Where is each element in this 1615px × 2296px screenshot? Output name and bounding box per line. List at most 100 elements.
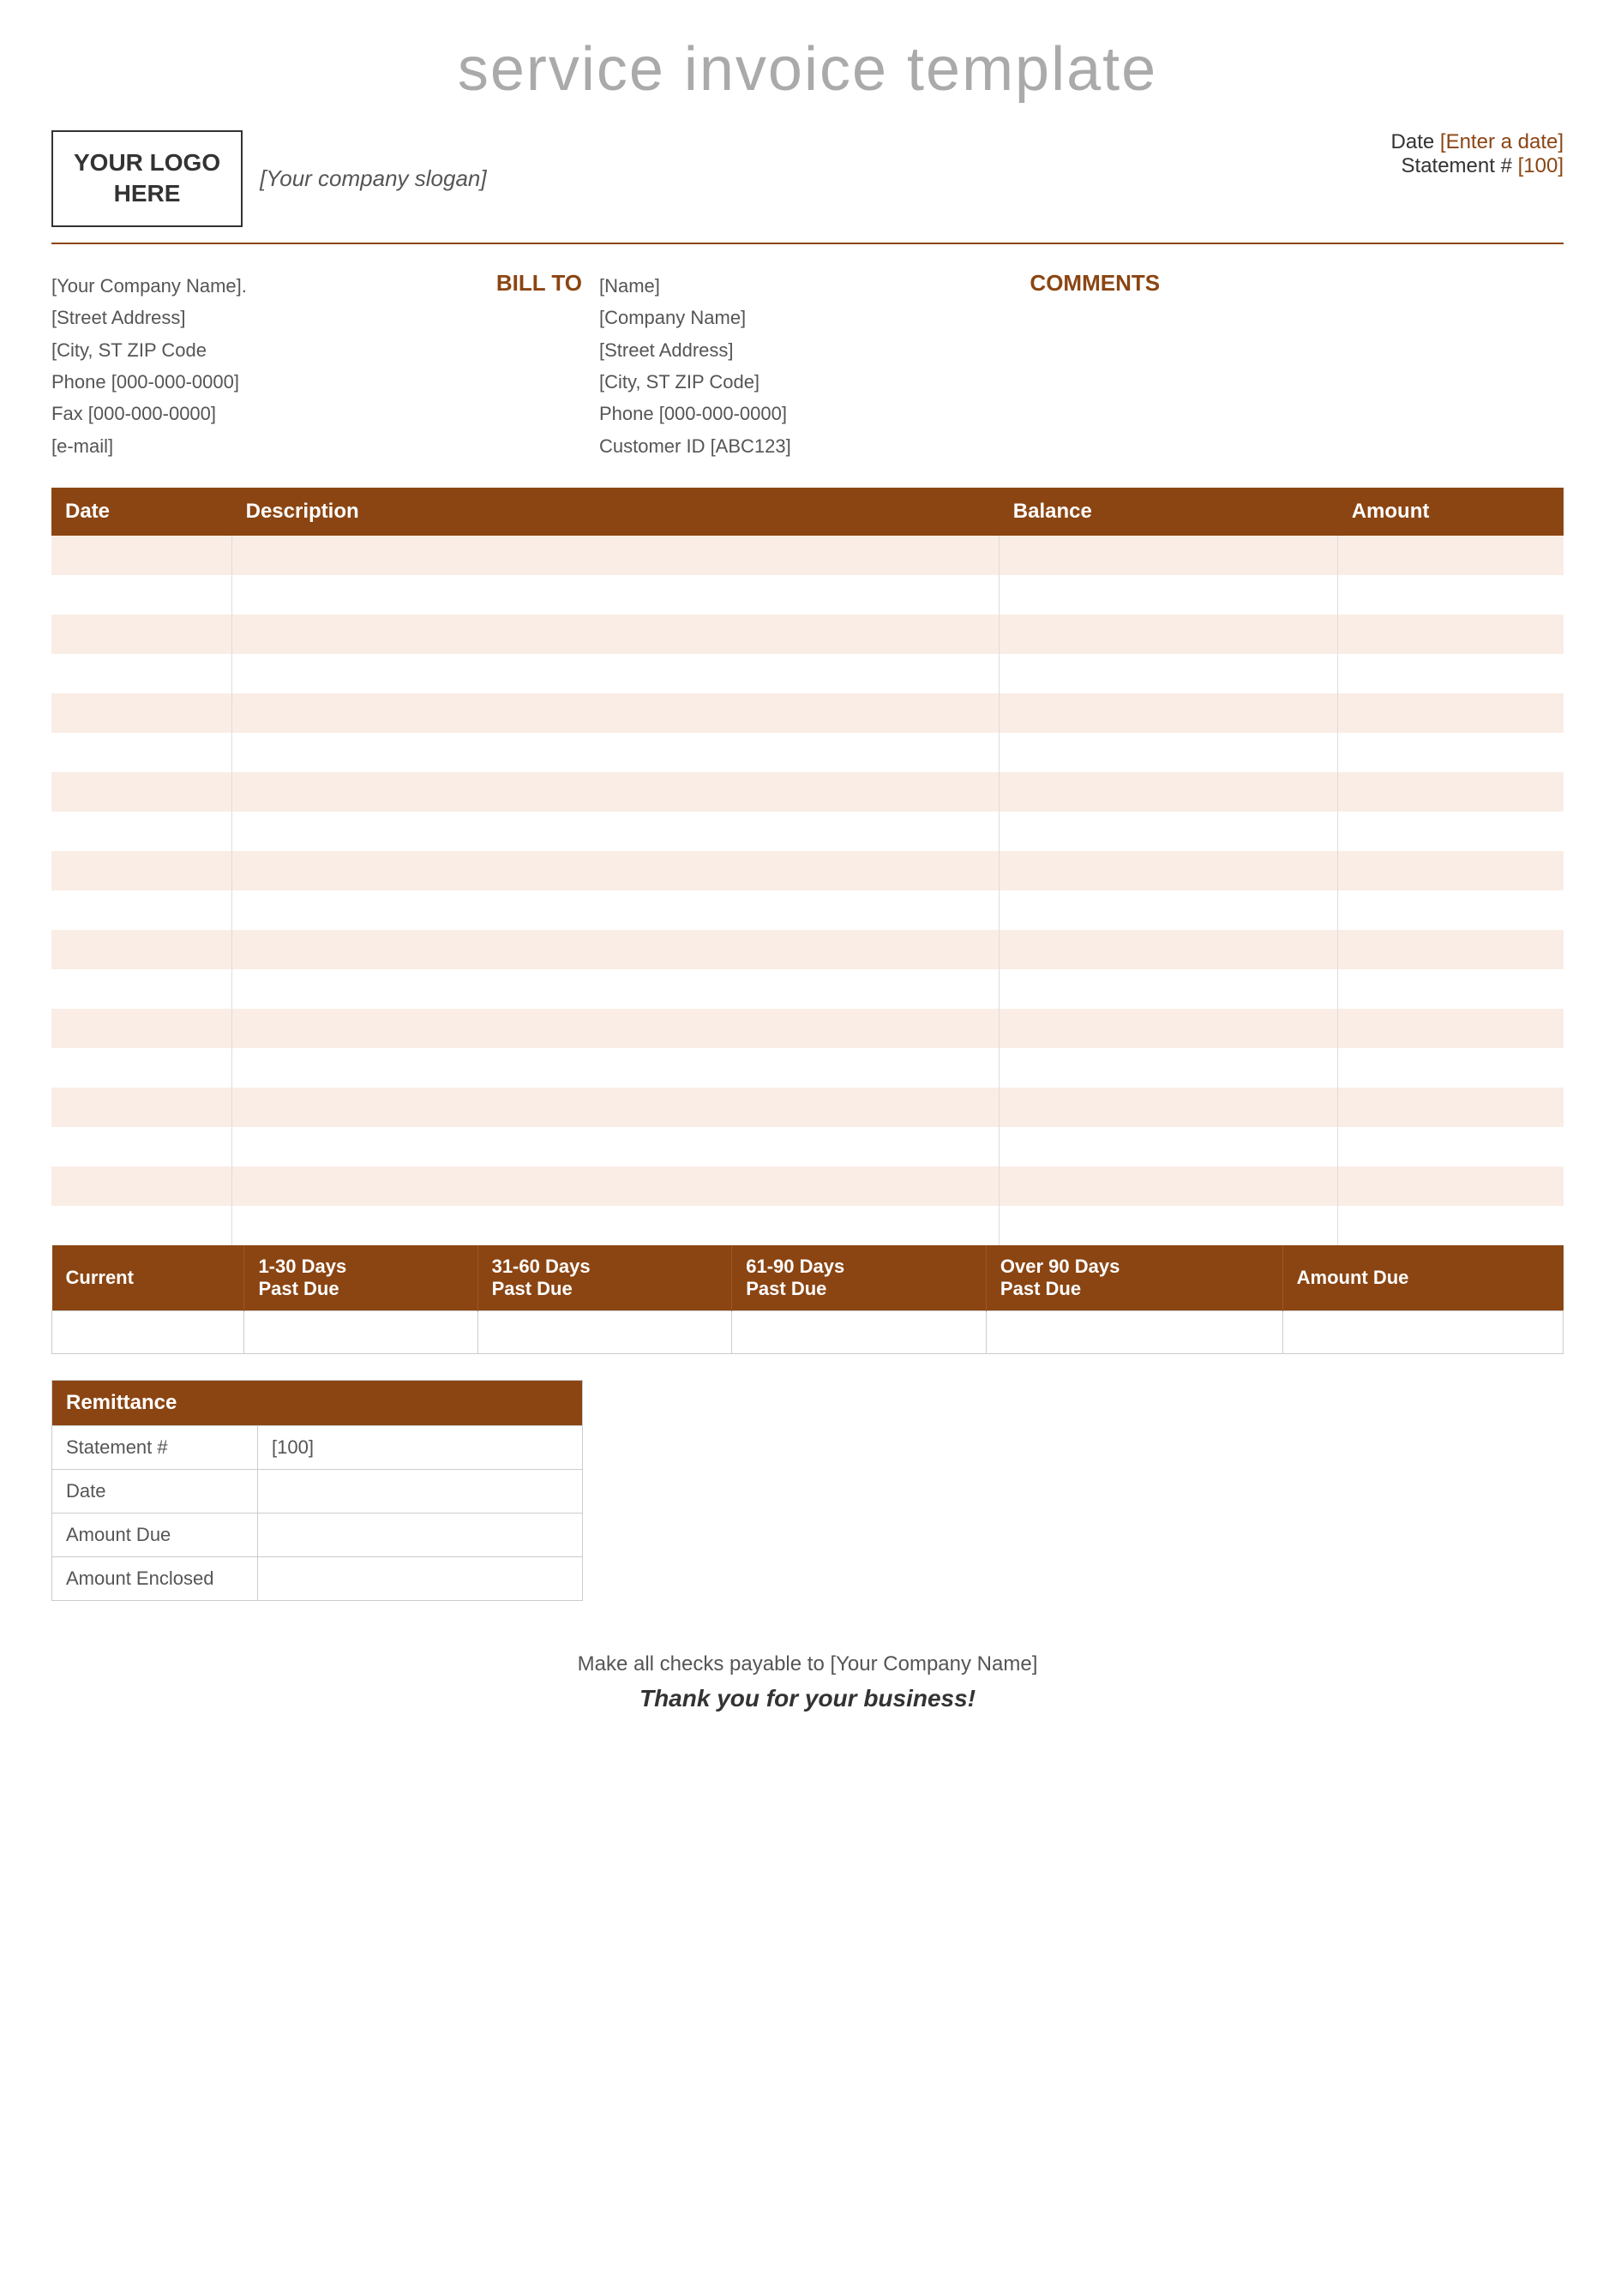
info-section: [Your Company Name]. [Street Address] [C… — [51, 270, 1564, 462]
summary-col-current: Current — [52, 1245, 244, 1311]
bill-to-customer-id: Customer ID [ABC123] — [599, 430, 791, 462]
table-cell — [232, 1127, 1000, 1166]
table-row — [51, 969, 1564, 1009]
col-header-description: Description — [232, 488, 1000, 536]
bill-to-section: BILL TO [Name] [Company Name] [Street Ad… — [496, 270, 1030, 462]
table-cell — [232, 812, 1000, 851]
remittance-statement-value: [100] — [258, 1426, 583, 1470]
table-cell — [232, 969, 1000, 1009]
date-value: [Enter a date] — [1440, 130, 1564, 153]
logo-line2: HERE — [114, 180, 181, 207]
table-cell — [1000, 1048, 1338, 1088]
table-cell — [1000, 851, 1338, 890]
table-cell — [232, 772, 1000, 812]
table-cell — [1338, 812, 1564, 851]
bill-to-phone: Phone [000-000-0000] — [599, 398, 791, 429]
summary-current-value — [52, 1311, 244, 1354]
table-cell — [1338, 1206, 1564, 1245]
table-cell — [1000, 536, 1338, 575]
summary-header-row: Current 1-30 DaysPast Due 31-60 DaysPast… — [52, 1245, 1564, 1311]
table-cell — [1338, 890, 1564, 930]
company-slogan: [Your company slogan] — [260, 165, 487, 192]
table-row — [51, 1009, 1564, 1048]
table-cell — [1338, 733, 1564, 772]
company-info: [Your Company Name]. [Street Address] [C… — [51, 270, 496, 462]
table-cell — [232, 1048, 1000, 1088]
logo-box: YOUR LOGO HERE — [51, 130, 243, 227]
table-cell — [51, 772, 232, 812]
table-row — [51, 654, 1564, 693]
table-cell — [232, 575, 1000, 614]
statement-value: [100] — [1518, 154, 1564, 177]
remittance-amount-due-value — [258, 1514, 583, 1557]
table-cell — [1000, 1127, 1338, 1166]
company-phone: Phone [000-000-0000] — [51, 366, 496, 398]
table-row — [51, 693, 1564, 733]
table-cell — [51, 614, 232, 654]
table-row — [51, 536, 1564, 575]
table-cell — [1338, 654, 1564, 693]
table-cell — [232, 1088, 1000, 1127]
company-name: [Your Company Name]. — [51, 270, 496, 302]
remittance-section: Remittance Statement # [100] Date Amount… — [51, 1380, 583, 1601]
logo-slogan-group: YOUR LOGO HERE [Your company slogan] — [51, 130, 487, 227]
remittance-header-row: Remittance — [52, 1381, 583, 1426]
remittance-amount-due-row: Amount Due — [52, 1514, 583, 1557]
remittance-title: Remittance — [52, 1381, 583, 1426]
table-cell — [51, 969, 232, 1009]
table-cell — [1000, 1088, 1338, 1127]
table-row — [51, 733, 1564, 772]
table-cell — [51, 1009, 232, 1048]
table-cell — [1338, 772, 1564, 812]
table-row — [51, 890, 1564, 930]
table-cell — [232, 1009, 1000, 1048]
table-cell — [1338, 536, 1564, 575]
table-row — [51, 614, 1564, 654]
invoice-table: Date Description Balance Amount — [51, 488, 1564, 1245]
remittance-amount-due-label: Amount Due — [52, 1514, 258, 1557]
table-cell — [51, 1206, 232, 1245]
table-cell — [232, 1206, 1000, 1245]
table-cell — [1000, 693, 1338, 733]
statement-label: Statement # — [1402, 154, 1512, 177]
table-cell — [51, 654, 232, 693]
table-cell — [1000, 1166, 1338, 1206]
header-section: YOUR LOGO HERE [Your company slogan] Dat… — [51, 130, 1564, 244]
remittance-statement-label: Statement # — [52, 1426, 258, 1470]
table-cell — [1000, 1009, 1338, 1048]
remittance-date-value — [258, 1470, 583, 1514]
summary-col-31-60: 31-60 DaysPast Due — [477, 1245, 732, 1311]
company-fax: Fax [000-000-0000] — [51, 398, 496, 429]
summary-31-60-value — [477, 1311, 732, 1354]
remittance-amount-enclosed-label: Amount Enclosed — [52, 1557, 258, 1601]
table-cell — [1338, 969, 1564, 1009]
table-cell — [1000, 733, 1338, 772]
table-cell — [232, 654, 1000, 693]
bill-to-info: [Name] [Company Name] [Street Address] [… — [599, 270, 791, 462]
table-cell — [1000, 812, 1338, 851]
table-cell — [1338, 575, 1564, 614]
summary-table: Current 1-30 DaysPast Due 31-60 DaysPast… — [51, 1245, 1564, 1354]
table-row — [51, 575, 1564, 614]
remittance-date-row: Date — [52, 1470, 583, 1514]
remittance-amount-enclosed-value — [258, 1557, 583, 1601]
summary-col-over-90: Over 90 DaysPast Due — [986, 1245, 1282, 1311]
table-cell — [232, 1166, 1000, 1206]
table-cell — [51, 890, 232, 930]
table-cell — [1338, 614, 1564, 654]
bill-to-company: [Company Name] — [599, 302, 791, 333]
summary-1-30-value — [244, 1311, 477, 1354]
table-cell — [232, 851, 1000, 890]
comments-section: COMMENTS — [1030, 270, 1564, 462]
col-header-balance: Balance — [1000, 488, 1338, 536]
table-cell — [1338, 1166, 1564, 1206]
table-cell — [1338, 1088, 1564, 1127]
date-row: Date [Enter a date] — [1391, 130, 1564, 154]
table-row — [51, 930, 1564, 969]
summary-amount-due-value — [1282, 1311, 1563, 1354]
summary-col-1-30: 1-30 DaysPast Due — [244, 1245, 477, 1311]
summary-over-90-value — [986, 1311, 1282, 1354]
table-cell — [232, 890, 1000, 930]
table-cell — [1000, 890, 1338, 930]
table-cell — [232, 614, 1000, 654]
